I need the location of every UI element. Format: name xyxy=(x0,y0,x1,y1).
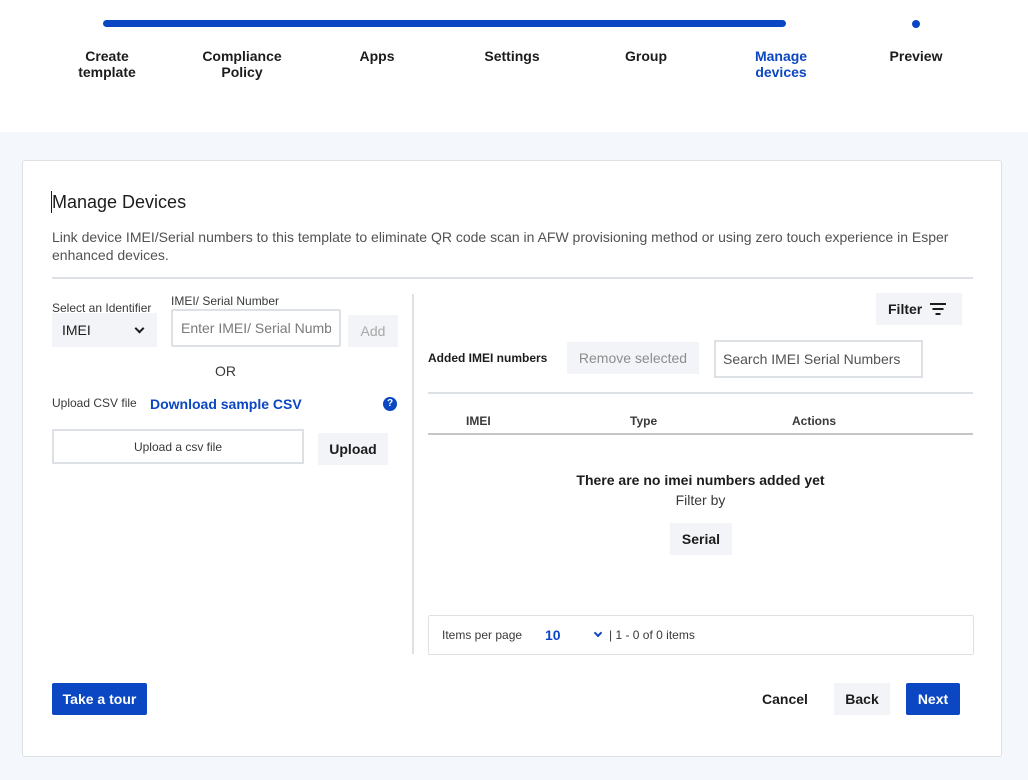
filter-button-label: Filter xyxy=(888,301,923,317)
empty-state-title: There are no imei numbers added yet xyxy=(576,472,825,488)
step-label: Apps xyxy=(359,48,395,64)
divider xyxy=(428,392,973,394)
chevron-down-icon xyxy=(134,323,145,333)
add-button[interactable]: Add xyxy=(348,315,398,347)
empty-state-subtitle: Filter by xyxy=(675,492,726,508)
page-title: Manage Devices xyxy=(52,192,187,212)
step-label: Settings xyxy=(484,48,540,64)
remove-selected-button[interactable]: Remove selected xyxy=(567,342,699,374)
take-a-tour-button[interactable]: Take a tour xyxy=(52,683,147,715)
download-sample-csv-link[interactable]: Download sample CSV xyxy=(150,396,302,412)
cancel-button[interactable]: Cancel xyxy=(752,683,818,715)
search-input[interactable] xyxy=(714,340,923,378)
items-per-page-select[interactable]: 10 xyxy=(539,620,607,650)
table-header-divider xyxy=(428,433,973,435)
step-label: Compliance xyxy=(202,48,282,64)
step-label: devices xyxy=(755,64,807,80)
filter-lines-icon xyxy=(930,303,946,315)
csv-file-field-text: Upload a csv file xyxy=(133,439,223,454)
identifier-select[interactable]: IMEI xyxy=(52,313,157,347)
column-header-imei[interactable]: IMEI xyxy=(466,414,491,428)
column-header-actions: Actions xyxy=(792,414,837,428)
step-manage-devices[interactable]: Manage devices xyxy=(726,48,836,80)
step-create-template[interactable]: Create template xyxy=(52,48,162,80)
help-circle-icon[interactable]: ? xyxy=(383,397,397,411)
progress-bar xyxy=(103,20,786,27)
step-label: Policy xyxy=(221,64,263,80)
manage-devices-card: Manage Devices Link device IMEI/Serial n… xyxy=(22,160,1002,757)
imei-input-label: IMEI/ Serial Number xyxy=(171,294,280,308)
added-imei-label: Added IMEI numbers xyxy=(428,351,548,365)
page-description: Link device IMEI/Serial numbers to this … xyxy=(52,229,949,263)
column-header-type[interactable]: Type xyxy=(630,414,657,428)
step-label: Manage xyxy=(754,48,808,64)
filter-serial-button[interactable]: Serial xyxy=(670,523,732,555)
step-label: Group xyxy=(625,48,667,64)
step-compliance-policy[interactable]: Compliance Policy xyxy=(187,48,297,80)
csv-label: Upload CSV file xyxy=(52,396,137,410)
pagination-range: | 1 - 0 of 0 items xyxy=(609,628,695,642)
identifier-selected-value: IMEI xyxy=(62,322,91,338)
step-apps[interactable]: Apps xyxy=(322,48,432,64)
pagination-bar: Items per page 10 | 1 - 0 of 0 items xyxy=(428,615,974,655)
upload-button[interactable]: Upload xyxy=(318,433,388,465)
divider xyxy=(52,277,973,279)
step-preview[interactable]: Preview xyxy=(861,48,971,64)
items-per-page-value: 10 xyxy=(545,627,561,643)
back-button[interactable]: Back xyxy=(834,683,890,715)
step-group[interactable]: Group xyxy=(591,48,701,64)
filter-button[interactable]: Filter xyxy=(876,293,962,325)
next-button[interactable]: Next xyxy=(906,683,960,715)
or-separator: OR xyxy=(215,363,236,379)
chevron-down-icon xyxy=(593,628,603,638)
step-label: template xyxy=(78,64,136,80)
csv-file-field[interactable]: Upload a csv file xyxy=(52,429,304,464)
column-divider xyxy=(412,294,414,654)
step-label: Preview xyxy=(889,48,943,64)
progress-stepper: Create template Compliance Policy Apps S… xyxy=(0,0,1028,132)
progress-dot xyxy=(912,20,920,28)
step-label: Create xyxy=(85,48,129,64)
items-per-page-label: Items per page xyxy=(442,628,523,642)
step-settings[interactable]: Settings xyxy=(457,48,567,64)
imei-input[interactable] xyxy=(171,309,341,347)
